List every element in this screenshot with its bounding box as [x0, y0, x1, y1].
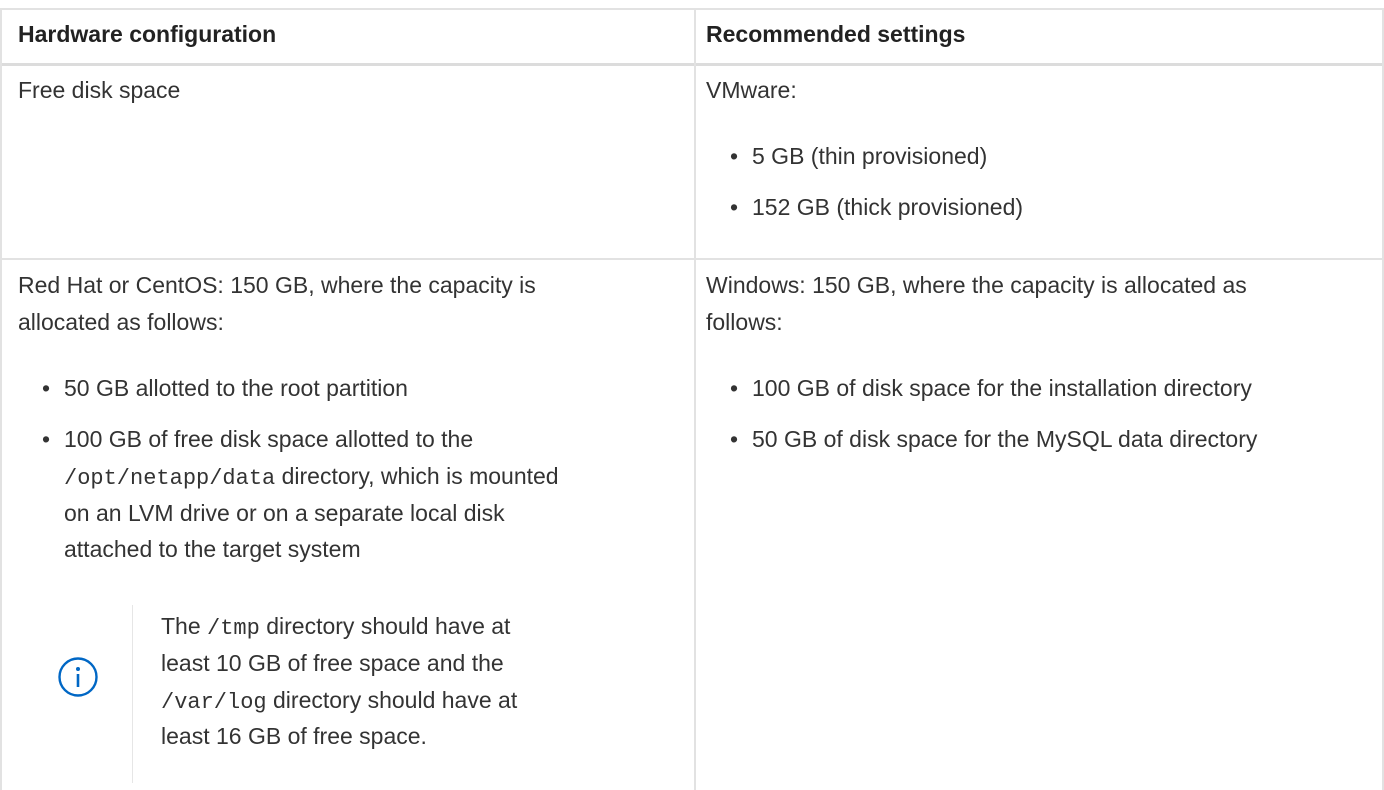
bullet-icon: •: [42, 375, 51, 401]
note-text: The: [161, 613, 208, 639]
bullet-icon: •: [730, 194, 739, 220]
list-item: • 152 GB (thick provisioned): [730, 191, 1023, 223]
row2-hardware-intro-line1: Red Hat or CentOS: 150 GB, where the cap…: [18, 272, 536, 298]
note-text: directory should have at: [259, 613, 511, 639]
column-divider: [694, 9, 696, 790]
row1-hardware-cell: Free disk space: [18, 77, 181, 103]
code-path-tmp: /tmp: [207, 616, 260, 641]
list-item-text: directory, which is mounted: [275, 463, 559, 489]
list-item: • 5 GB (thin provisioned): [730, 140, 987, 172]
table-top-border: [0, 8, 1384, 10]
list-item: • 50 GB of disk space for the MySQL data …: [730, 423, 1257, 455]
note-line4: least 16 GB of free space.: [161, 723, 427, 749]
table-left-border: [0, 9, 2, 790]
list-item-continuation: attached to the target system: [64, 536, 361, 562]
code-path-opt-netapp-data: /opt/netapp/data: [64, 466, 276, 491]
bullet-icon: •: [730, 375, 739, 401]
list-item-text: 50 GB of disk space for the MySQL data d…: [752, 426, 1258, 452]
note-line1: The /tmp directory should have at: [161, 610, 510, 645]
row1-recommended-intro: VMware:: [706, 77, 797, 103]
note-line2: least 10 GB of free space and the: [161, 650, 504, 676]
info-icon: [58, 657, 98, 697]
list-item-continuation: on an LVM drive or on a separate local d…: [64, 500, 505, 526]
list-item-continuation: /opt/netapp/data directory, which is mou…: [64, 460, 559, 495]
bullet-icon: •: [730, 143, 739, 169]
list-item-text: 152 GB (thick provisioned): [752, 194, 1024, 220]
column-header-hardware: Hardware configuration: [18, 21, 277, 47]
code-path-var-log: /var/log: [161, 690, 267, 715]
row1-bottom-border: [0, 258, 1384, 260]
bullet-icon: •: [730, 426, 739, 452]
note-text: directory should have at: [266, 687, 518, 713]
row2-recommended-intro-line1: Windows: 150 GB, where the capacity is a…: [706, 272, 1247, 298]
list-item-text: 50 GB allotted to the root partition: [64, 375, 408, 401]
list-item-text: 100 GB of disk space for the installatio…: [752, 375, 1252, 401]
list-item-text: 5 GB (thin provisioned): [752, 143, 988, 169]
hardware-requirements-table: Hardware configuration Recommended setti…: [0, 0, 1384, 790]
row2-hardware-intro-line2: allocated as follows:: [18, 309, 224, 335]
list-item-text: 100 GB of free disk space allotted to th…: [64, 426, 474, 452]
note-line3: /var/log directory should have at: [161, 684, 517, 719]
header-bottom-border: [0, 63, 1384, 66]
list-item: • 50 GB allotted to the root partition: [42, 372, 408, 404]
bullet-icon: •: [42, 426, 51, 452]
row2-recommended-intro-line2: follows:: [706, 309, 783, 335]
note-divider: [132, 605, 133, 783]
list-item: • 100 GB of disk space for the installati…: [730, 372, 1252, 404]
column-header-recommended: Recommended settings: [706, 21, 966, 47]
list-item: • 100 GB of free disk space allotted to t…: [42, 423, 473, 455]
